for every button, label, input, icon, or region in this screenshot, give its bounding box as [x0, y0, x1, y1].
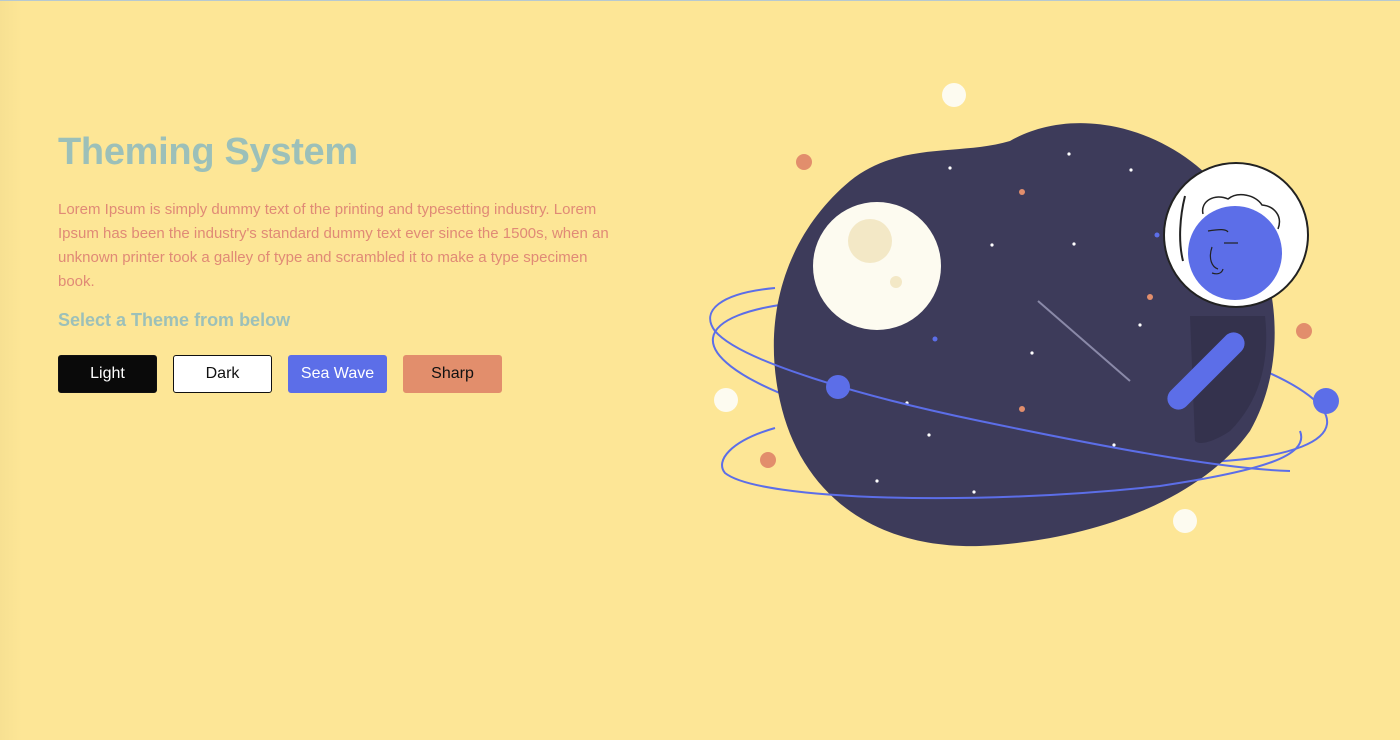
- orbit-bead-left: [826, 375, 850, 399]
- theme-sea-wave-button[interactable]: Sea Wave: [288, 355, 387, 393]
- page-edge-shadow: [0, 1, 22, 740]
- deco-dot: [760, 452, 776, 468]
- orbit-bead-right: [1313, 388, 1339, 414]
- deco-dot: [714, 388, 738, 412]
- astronaut: [1163, 162, 1309, 308]
- theme-dark-button[interactable]: Dark: [173, 355, 272, 393]
- hero-section: Theming System Lorem Ipsum is simply dum…: [58, 131, 618, 393]
- deco-dot: [796, 154, 812, 170]
- page-title: Theming System: [58, 131, 358, 173]
- deco-dot: [942, 83, 966, 107]
- moon: [813, 202, 941, 330]
- theme-sharp-button[interactable]: Sharp: [403, 355, 502, 393]
- theme-select-heading: Select a Theme from below: [58, 310, 291, 330]
- astronaut-planet-illustration: [709, 83, 1339, 547]
- theme-light-button[interactable]: Light: [58, 355, 157, 393]
- hero-description: Lorem Ipsum is simply dummy text of the …: [58, 201, 609, 290]
- deco-dot: [1296, 323, 1312, 339]
- deco-dot: [1173, 509, 1197, 533]
- theme-button-group: Light Dark Sea Wave Sharp: [58, 355, 618, 393]
